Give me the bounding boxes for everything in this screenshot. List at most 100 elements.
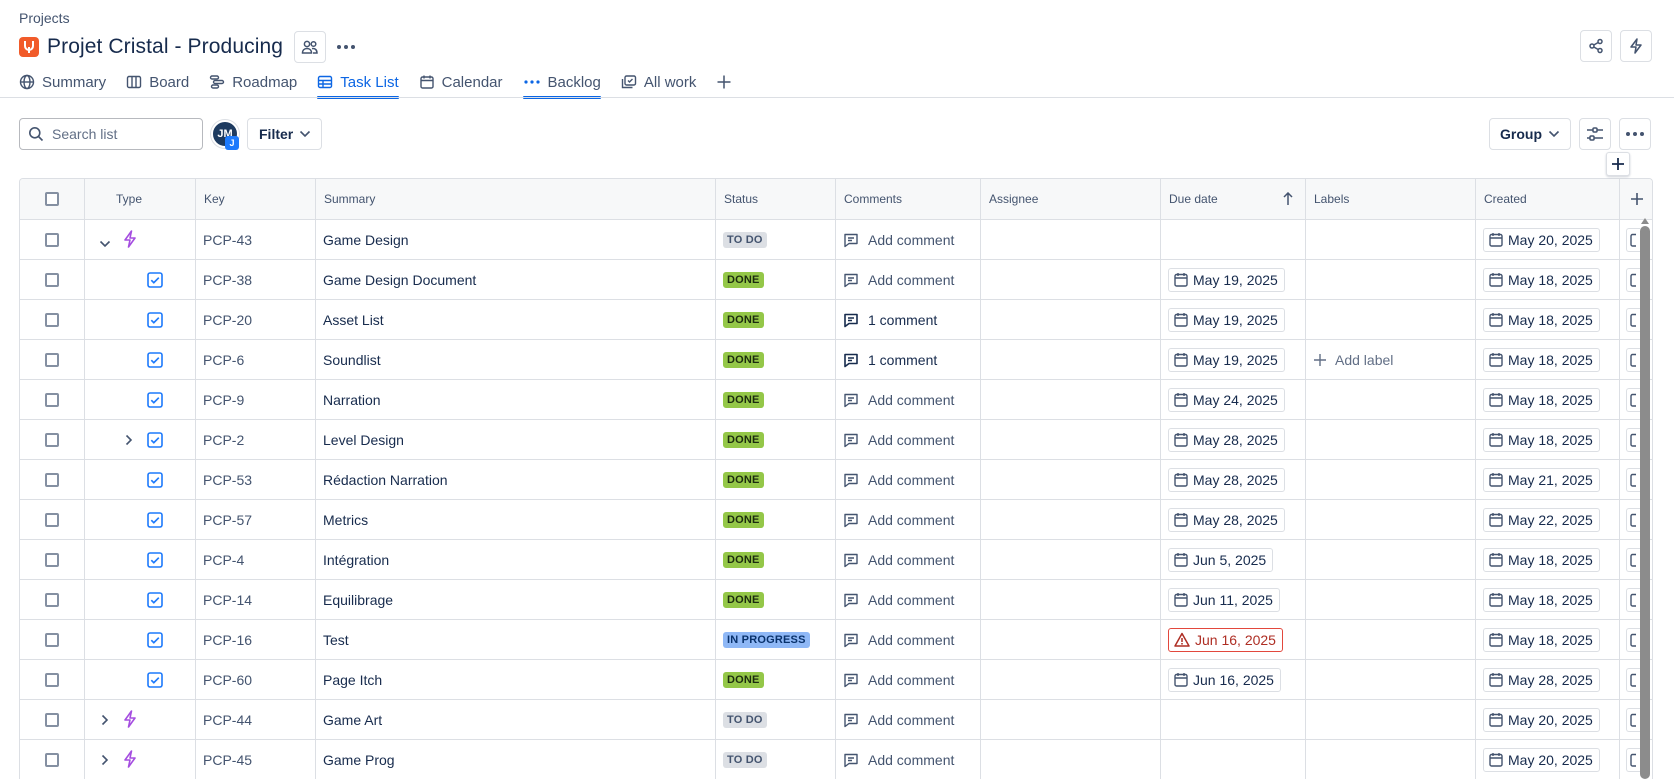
- assignee-cell[interactable]: [981, 220, 1161, 259]
- comment-button[interactable]: Add comment: [843, 432, 954, 448]
- comment-button[interactable]: Add comment: [843, 272, 954, 288]
- comment-button[interactable]: 1 comment: [843, 312, 937, 328]
- status-badge[interactable]: DONE: [723, 271, 764, 288]
- status-badge[interactable]: DONE: [723, 671, 764, 688]
- row-checkbox[interactable]: [45, 312, 59, 327]
- table-row[interactable]: PCP-6 Soundlist DONE 1 comment May 19, 2025 A…: [20, 340, 1652, 380]
- expand-toggle[interactable]: [101, 713, 109, 729]
- issue-summary[interactable]: Test: [316, 620, 716, 659]
- assignee-cell[interactable]: [981, 500, 1161, 539]
- status-badge[interactable]: TO DO: [723, 751, 767, 768]
- issue-key[interactable]: PCP-2: [196, 420, 316, 459]
- comment-button[interactable]: Add comment: [843, 512, 954, 528]
- comment-button[interactable]: Add comment: [843, 632, 954, 648]
- row-checkbox[interactable]: [45, 752, 59, 767]
- row-checkbox[interactable]: [45, 672, 59, 687]
- issue-key[interactable]: PCP-6: [196, 340, 316, 379]
- issue-key[interactable]: PCP-60: [196, 660, 316, 699]
- table-row[interactable]: PCP-57 Metrics DONE Add comment May 28, 2025…: [20, 500, 1652, 540]
- created-date-chip[interactable]: May 20, 2025: [1483, 707, 1600, 732]
- add-column-button[interactable]: [1620, 179, 1652, 219]
- assignee-cell[interactable]: [981, 740, 1161, 779]
- assignee-cell[interactable]: [981, 340, 1161, 379]
- due-date-chip[interactable]: Jun 16, 2025: [1168, 667, 1281, 692]
- comment-button[interactable]: 1 comment: [843, 352, 937, 368]
- due-date-chip[interactable]: Jun 11, 2025: [1168, 587, 1280, 612]
- comment-button[interactable]: Add comment: [843, 392, 954, 408]
- search-input[interactable]: [52, 126, 192, 142]
- row-checkbox[interactable]: [45, 592, 59, 607]
- table-row[interactable]: PCP-9 Narration DONE Add comment May 24, 202…: [20, 380, 1652, 420]
- col-header-type[interactable]: Type: [85, 179, 196, 219]
- issue-summary[interactable]: Rédaction Narration: [316, 460, 716, 499]
- status-badge[interactable]: TO DO: [723, 711, 767, 728]
- created-date-chip[interactable]: May 18, 2025: [1483, 307, 1600, 332]
- issue-key[interactable]: PCP-44: [196, 700, 316, 739]
- row-checkbox[interactable]: [45, 432, 59, 447]
- table-row[interactable]: PCP-43 Game Design TO DO Add comment May 20,…: [20, 220, 1652, 260]
- row-checkbox[interactable]: [45, 272, 59, 287]
- issue-key[interactable]: PCP-20: [196, 300, 316, 339]
- assignee-cell[interactable]: [981, 700, 1161, 739]
- row-checkbox[interactable]: [45, 712, 59, 727]
- issue-summary[interactable]: Game Art: [316, 700, 716, 739]
- select-all-checkbox[interactable]: [45, 192, 59, 206]
- issue-summary[interactable]: Intégration: [316, 540, 716, 579]
- issue-key[interactable]: PCP-4: [196, 540, 316, 579]
- created-date-chip[interactable]: May 18, 2025: [1483, 387, 1600, 412]
- issue-summary[interactable]: Game Design Document: [316, 260, 716, 299]
- table-row[interactable]: PCP-20 Asset List DONE 1 comment May 19, 202…: [20, 300, 1652, 340]
- row-checkbox[interactable]: [45, 392, 59, 407]
- issue-summary[interactable]: Level Design: [316, 420, 716, 459]
- due-date-chip[interactable]: May 28, 2025: [1168, 507, 1285, 532]
- status-badge[interactable]: DONE: [723, 551, 764, 568]
- created-date-chip[interactable]: May 22, 2025: [1483, 507, 1600, 532]
- filter-button[interactable]: Filter: [247, 118, 323, 150]
- status-badge[interactable]: TO DO: [723, 231, 767, 248]
- col-header-labels[interactable]: Labels: [1306, 179, 1476, 219]
- due-date-chip[interactable]: May 28, 2025: [1168, 427, 1285, 452]
- view-settings-button[interactable]: [1579, 118, 1611, 150]
- issue-key[interactable]: PCP-14: [196, 580, 316, 619]
- issue-summary[interactable]: Asset List: [316, 300, 716, 339]
- created-date-chip[interactable]: May 18, 2025: [1483, 427, 1600, 452]
- expand-toggle[interactable]: [101, 753, 109, 769]
- col-header-assignee[interactable]: Assignee: [981, 179, 1161, 219]
- tab-backlog[interactable]: Backlog: [522, 70, 602, 99]
- breadcrumb[interactable]: Projects: [19, 10, 70, 26]
- created-date-chip[interactable]: May 18, 2025: [1483, 347, 1600, 372]
- tab-all-work[interactable]: All work: [621, 70, 696, 94]
- table-row[interactable]: PCP-38 Game Design Document DONE Add commen…: [20, 260, 1652, 300]
- table-row[interactable]: PCP-60 Page Itch DONE Add comment Jun 16, 20…: [20, 660, 1652, 700]
- comment-button[interactable]: Add comment: [843, 712, 954, 728]
- status-badge[interactable]: DONE: [723, 431, 764, 448]
- add-label-button[interactable]: Add label: [1313, 352, 1393, 368]
- status-badge[interactable]: IN PROGRESS: [723, 631, 810, 648]
- project-more-button[interactable]: [330, 31, 362, 63]
- comment-button[interactable]: Add comment: [843, 472, 954, 488]
- comment-button[interactable]: Add comment: [843, 232, 954, 248]
- table-row[interactable]: PCP-53 Rédaction Narration DONE Add comment…: [20, 460, 1652, 500]
- status-badge[interactable]: DONE: [723, 311, 764, 328]
- row-checkbox[interactable]: [45, 512, 59, 527]
- table-row[interactable]: PCP-2 Level Design DONE Add comment May 28, …: [20, 420, 1652, 460]
- assignee-cell[interactable]: [981, 260, 1161, 299]
- row-checkbox[interactable]: [45, 552, 59, 567]
- vertical-scrollbar[interactable]: [1640, 226, 1650, 779]
- col-header-status[interactable]: Status: [716, 179, 836, 219]
- status-badge[interactable]: DONE: [723, 591, 764, 608]
- table-row[interactable]: PCP-4 Intégration DONE Add comment Jun 5, 20…: [20, 540, 1652, 580]
- created-date-chip[interactable]: May 18, 2025: [1483, 267, 1600, 292]
- assignee-cell[interactable]: [981, 300, 1161, 339]
- issue-summary[interactable]: Narration: [316, 380, 716, 419]
- comment-button[interactable]: Add comment: [843, 752, 954, 768]
- issue-key[interactable]: PCP-53: [196, 460, 316, 499]
- collapse-toggle[interactable]: [99, 235, 111, 251]
- due-date-chip[interactable]: Jun 5, 2025: [1168, 547, 1274, 572]
- add-tab-button[interactable]: [716, 70, 739, 94]
- col-header-summary[interactable]: Summary: [316, 179, 716, 219]
- due-date-chip[interactable]: May 24, 2025: [1168, 387, 1285, 412]
- created-date-chip[interactable]: May 18, 2025: [1483, 587, 1600, 612]
- created-date-chip[interactable]: May 28, 2025: [1483, 667, 1600, 692]
- share-button[interactable]: [1580, 30, 1612, 62]
